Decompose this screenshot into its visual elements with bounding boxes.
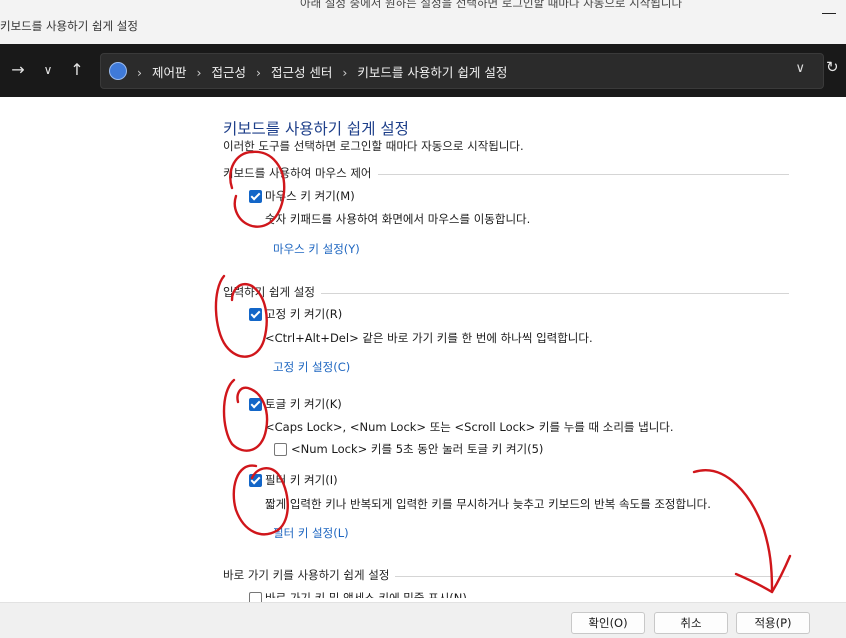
- navigation-bar: → ∨ ↑ › 제어판 › 접근성 › 접근성 센터 › 키보드를 사용하기 쉽…: [0, 44, 846, 97]
- filter-keys-label[interactable]: 필터 키 켜기(I): [265, 472, 338, 488]
- address-dropdown-icon[interactable]: ∨: [795, 61, 805, 76]
- minimize-icon[interactable]: [822, 13, 836, 14]
- breadcrumb-separator: ›: [342, 65, 348, 80]
- filter-keys-description: 짧게 입력한 키나 반복되게 입력한 키를 무시하거나 늦추고 키보드의 반복 …: [265, 497, 711, 511]
- numlock-toggle-checkbox[interactable]: [274, 443, 287, 456]
- breadcrumb-item[interactable]: 접근성 센터: [271, 65, 332, 80]
- toggle-keys-label[interactable]: 토글 키 켜기(K): [265, 396, 342, 412]
- breadcrumb-separator: ›: [255, 65, 261, 80]
- group-label-typing: 입력하기 쉽게 설정: [223, 284, 321, 300]
- toggle-keys-checkbox[interactable]: [249, 398, 262, 411]
- breadcrumb: › 제어판 › 접근성 › 접근성 센터 › 키보드를 사용하기 쉽게 설정: [131, 62, 507, 81]
- mouse-keys-checkbox[interactable]: [249, 190, 262, 203]
- breadcrumb-item[interactable]: 키보드를 사용하기 쉽게 설정: [357, 65, 507, 80]
- refresh-icon[interactable]: ↻: [826, 58, 839, 76]
- numlock-toggle-label[interactable]: <Num Lock> 키를 5초 동안 눌러 토글 키 켜기(5): [291, 441, 543, 457]
- underline-shortcuts-label[interactable]: 바로 가기 키 및 액세스 키에 밑줄 표시(N): [265, 590, 467, 598]
- mouse-keys-settings-link[interactable]: 마우스 키 설정(Y): [273, 241, 360, 257]
- sticky-keys-description: <Ctrl+Alt+Del> 같은 바로 가기 키를 한 번에 하나씩 입력합니…: [265, 331, 593, 345]
- page-title: 키보드를 사용하기 쉽게 설정: [223, 120, 409, 138]
- filter-keys-settings-link[interactable]: 필터 키 설정(L): [273, 525, 349, 541]
- breadcrumb-separator: ›: [196, 65, 202, 80]
- dialog-footer: 확인(O) 취소 적용(P): [0, 602, 846, 638]
- cancel-button[interactable]: 취소: [654, 612, 728, 634]
- breadcrumb-item[interactable]: 제어판: [152, 65, 187, 80]
- chevron-down-icon[interactable]: ∨: [36, 58, 60, 82]
- toggle-keys-description: <Caps Lock>, <Num Lock> 또는 <Scroll Lock>…: [265, 420, 674, 434]
- page-intro: 이러한 도구를 선택하면 로그인할 때마다 자동으로 시작됩니다.: [223, 139, 524, 153]
- group-label-shortcuts: 바로 가기 키를 사용하기 쉽게 설정: [223, 567, 396, 583]
- ok-button[interactable]: 확인(O): [571, 612, 645, 634]
- arrow-right-icon[interactable]: →: [6, 58, 30, 82]
- sticky-keys-checkbox[interactable]: [249, 308, 262, 321]
- mouse-keys-label[interactable]: 마우스 키 켜기(M): [265, 188, 355, 204]
- apply-button[interactable]: 적용(P): [736, 612, 810, 634]
- breadcrumb-separator: ›: [137, 65, 142, 80]
- breadcrumb-item[interactable]: 접근성: [211, 65, 246, 80]
- main-content: 키보드를 사용하기 쉽게 설정 이러한 도구를 선택하면 로그인할 때마다 자동…: [0, 97, 846, 605]
- title-bar: 아래 설정 중에서 원하는 설정을 선택하면 로그인할 때마다 자동으로 시작됩…: [0, 0, 846, 44]
- group-label-mouse: 키보드를 사용하여 마우스 제어: [223, 165, 378, 181]
- window-title: 키보드를 사용하기 쉽게 설정: [0, 19, 138, 33]
- sticky-keys-settings-link[interactable]: 고정 키 설정(C): [273, 359, 350, 375]
- filter-keys-checkbox[interactable]: [249, 474, 262, 487]
- control-panel-icon: [109, 62, 127, 80]
- sticky-keys-label[interactable]: 고정 키 켜기(R): [265, 306, 342, 322]
- arrow-up-icon[interactable]: ↑: [65, 58, 89, 82]
- background-window-text: 아래 설정 중에서 원하는 설정을 선택하면 로그인할 때마다 자동으로 시작됩…: [300, 0, 683, 8]
- mouse-keys-description: 숫자 키패드를 사용하여 화면에서 마우스를 이동합니다.: [265, 212, 531, 226]
- address-bar[interactable]: › 제어판 › 접근성 › 접근성 센터 › 키보드를 사용하기 쉽게 설정 ∨: [100, 53, 824, 89]
